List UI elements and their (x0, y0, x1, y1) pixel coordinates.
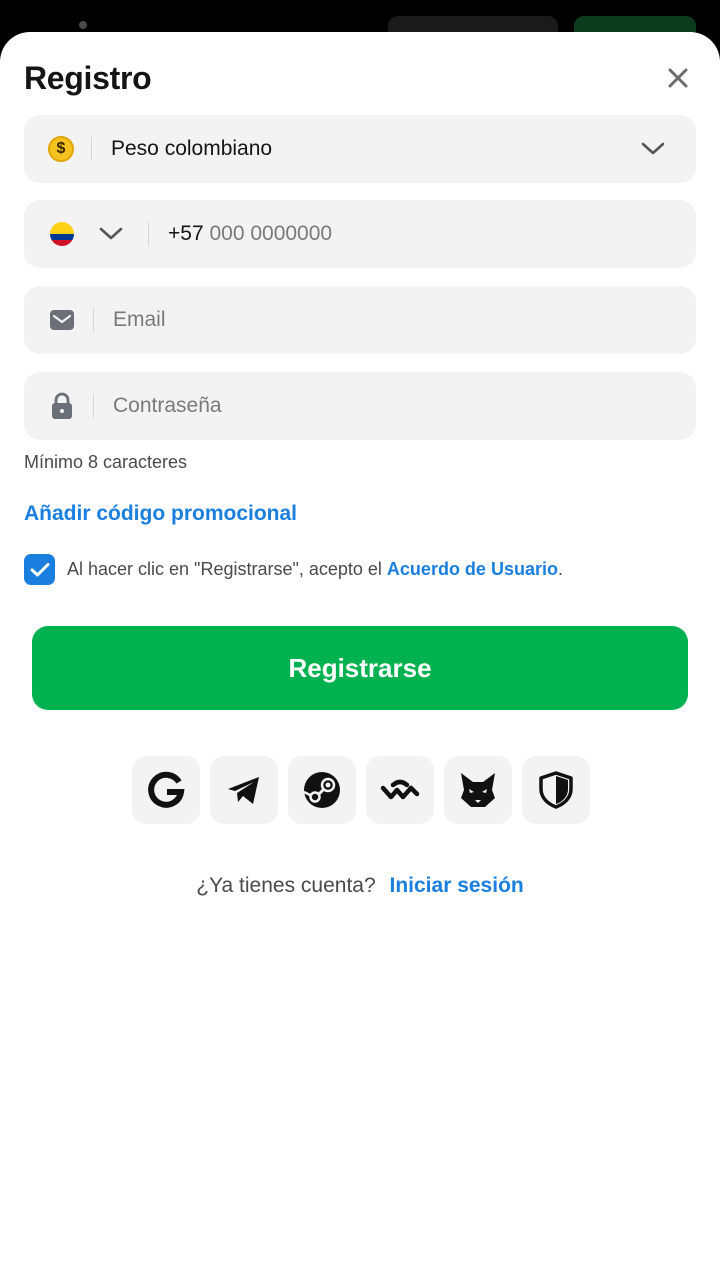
divider (93, 308, 94, 332)
agreement-suffix: . (557, 559, 563, 579)
registration-sheet: Registro $ Peso colombiano +57 000 00000… (0, 32, 720, 1280)
mail-icon (50, 310, 74, 330)
colombia-flag-icon (50, 222, 74, 246)
close-icon (668, 68, 688, 88)
steam-icon (303, 772, 340, 808)
login-link[interactable]: Iniciar sesión (390, 874, 524, 897)
google-login-button[interactable] (132, 756, 200, 824)
email-input[interactable]: Email (113, 286, 166, 354)
check-icon (30, 562, 49, 576)
agreement-checkbox[interactable] (24, 554, 55, 585)
divider (148, 222, 149, 246)
login-prompt: ¿Ya tienes cuenta? Iniciar sesión (0, 874, 720, 898)
password-input[interactable]: Contraseña (113, 372, 222, 440)
google-icon (148, 771, 185, 808)
walletconnect-login-button[interactable] (366, 756, 434, 824)
steam-login-button[interactable] (288, 756, 356, 824)
phone-placeholder: 000 0000000 (209, 222, 333, 245)
walletconnect-icon (380, 779, 420, 800)
add-promo-code-link[interactable]: Añadir código promocional (24, 502, 297, 526)
login-question: ¿Ya tienes cuenta? (196, 874, 376, 897)
agreement-label: Al hacer clic en "Registrarse", acepto e… (67, 559, 387, 579)
currency-select[interactable]: $ Peso colombiano (24, 115, 696, 183)
email-field[interactable]: Email (24, 286, 696, 354)
divider (91, 137, 92, 161)
country-chevron-down-icon[interactable] (98, 225, 124, 243)
agreement-text: Al hacer clic en "Registrarse", acepto e… (67, 559, 563, 580)
divider (93, 394, 94, 418)
metamask-fox-icon (461, 773, 495, 807)
close-button[interactable] (660, 60, 696, 96)
status-bar-dot (79, 21, 87, 29)
country-code: +57 (168, 222, 204, 245)
currency-value: Peso colombiano (111, 137, 273, 160)
lock-icon (52, 392, 72, 419)
chevron-down-icon (641, 142, 665, 155)
password-field[interactable]: Contraseña (24, 372, 696, 440)
coin-icon: $ (48, 136, 74, 162)
metamask-login-button[interactable] (444, 756, 512, 824)
telegram-icon (228, 777, 259, 804)
user-agreement-link[interactable]: Acuerdo de Usuario (387, 559, 558, 579)
telegram-login-button[interactable] (210, 756, 278, 824)
password-hint: Mínimo 8 caracteres (24, 452, 188, 472)
shield-login-button[interactable] (522, 756, 590, 824)
register-button[interactable]: Registrarse (32, 626, 688, 710)
phone-input[interactable]: +57 000 0000000 (168, 200, 332, 268)
phone-field[interactable]: +57 000 0000000 (24, 200, 696, 268)
page-title: Registro (24, 60, 152, 96)
shield-icon (539, 771, 573, 809)
